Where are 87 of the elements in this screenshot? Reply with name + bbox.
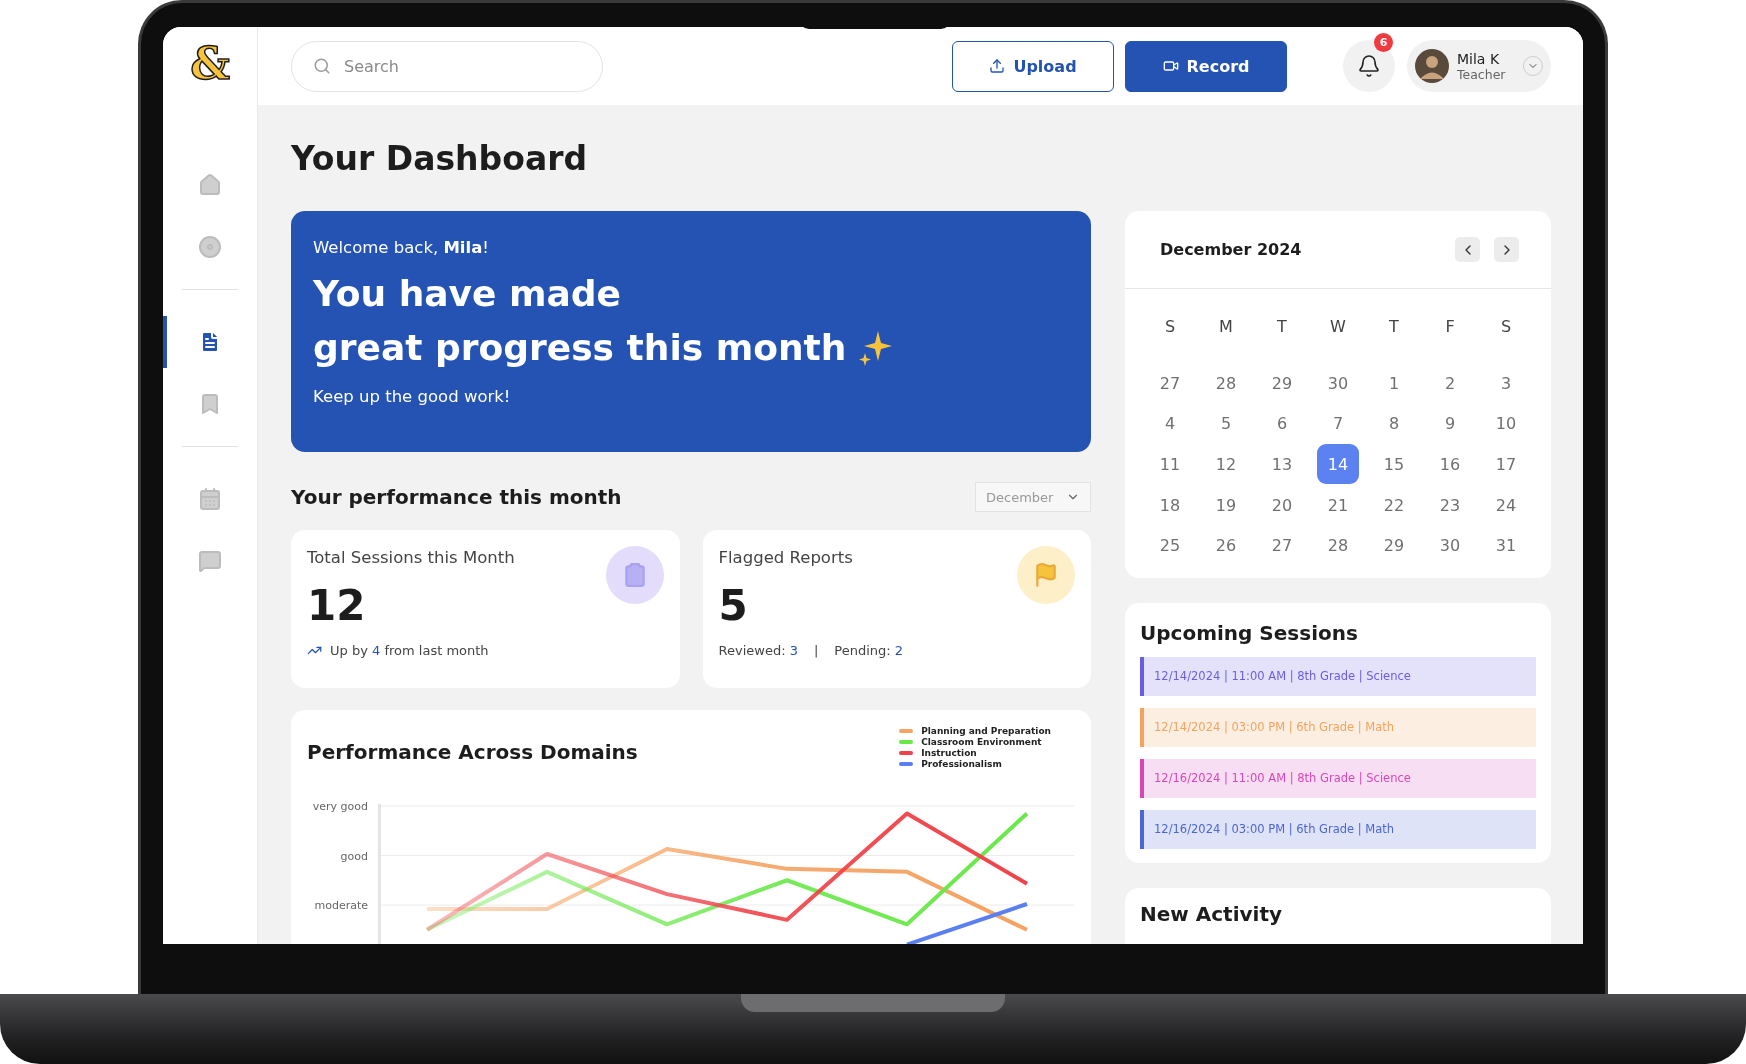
user-name: Mila K bbox=[1457, 50, 1501, 67]
calendar-day[interactable]: 11 bbox=[1149, 444, 1191, 485]
calendar-day[interactable]: 28 bbox=[1205, 363, 1247, 404]
session-item[interactable]: 12/14/2024 | 11:00 AM | 8th Grade | Science bbox=[1140, 656, 1536, 696]
stat-value: 5 bbox=[718, 581, 749, 631]
upload-icon bbox=[989, 58, 1006, 74]
calendar-day[interactable]: 2 bbox=[1429, 363, 1471, 404]
axis-label: good bbox=[340, 849, 368, 863]
greeting: Welcome back, Mila! bbox=[313, 237, 490, 259]
card-title: Upcoming Sessions bbox=[1140, 620, 1359, 645]
calendar-day[interactable]: 23 bbox=[1429, 485, 1471, 526]
calendar-day[interactable]: 27 bbox=[1149, 363, 1191, 404]
session-item[interactable]: 12/16/2024 | 11:00 AM | 8th Grade | Science bbox=[1140, 758, 1536, 798]
banner-headline: great progress this month bbox=[313, 326, 847, 370]
calendar-day[interactable]: 21 bbox=[1317, 485, 1359, 526]
calendar-day[interactable]: 20 bbox=[1261, 485, 1303, 526]
ampersand-logo: & bbox=[187, 41, 233, 85]
calendar-day[interactable]: 18 bbox=[1149, 485, 1191, 526]
calendar-day[interactable]: 26 bbox=[1205, 525, 1247, 566]
user-role: Teacher bbox=[1457, 66, 1507, 82]
search-field[interactable]: Search bbox=[291, 40, 603, 92]
calendar-day[interactable]: 22 bbox=[1373, 485, 1415, 526]
calendar-day[interactable]: 25 bbox=[1149, 525, 1191, 566]
upload-button[interactable]: Upload bbox=[952, 40, 1114, 92]
weekday-label: W bbox=[1329, 316, 1347, 338]
banner-subtext: Keep up the good work! bbox=[313, 387, 512, 406]
banner-headline: You have made bbox=[313, 272, 621, 316]
stat-value: 12 bbox=[307, 581, 367, 631]
weekday-label: T bbox=[1276, 316, 1288, 338]
separator: | bbox=[813, 643, 819, 658]
next-button[interactable] bbox=[1494, 237, 1519, 262]
session-item[interactable]: 12/16/2024 | 03:00 PM | 6th Grade | Math bbox=[1140, 809, 1536, 849]
calendar-day[interactable]: 29 bbox=[1261, 363, 1303, 404]
calendar-day[interactable]: 14 bbox=[1317, 444, 1359, 485]
legend-label: Planning and Preparation bbox=[921, 726, 1051, 736]
page-title: Your Dashboard bbox=[291, 138, 589, 180]
stat-title: Flagged Reports bbox=[718, 548, 854, 567]
card-title: New Activity bbox=[1140, 901, 1283, 926]
previous-button[interactable] bbox=[1455, 237, 1480, 262]
notification-badge: 6 bbox=[1374, 33, 1393, 52]
calendar-day[interactable]: 30 bbox=[1429, 525, 1471, 566]
calendar-day[interactable]: 17 bbox=[1485, 444, 1527, 485]
calendar-day[interactable]: 7 bbox=[1317, 403, 1359, 444]
calendar-day[interactable]: 9 bbox=[1429, 403, 1471, 444]
axis-label: moderate bbox=[314, 899, 368, 912]
calendar-day[interactable]: 13 bbox=[1261, 444, 1303, 485]
stat-title: Total Sessions this Month bbox=[307, 548, 516, 567]
calendar-day[interactable]: 12 bbox=[1205, 444, 1247, 485]
search-icon bbox=[313, 56, 331, 75]
legend-label: Instruction bbox=[921, 748, 977, 758]
calendar-day[interactable]: 19 bbox=[1205, 485, 1247, 526]
calendar-day[interactable]: 16 bbox=[1429, 444, 1471, 485]
weekday-label: F bbox=[1444, 316, 1456, 338]
calendar-day[interactable]: 31 bbox=[1485, 525, 1527, 566]
calendar-day[interactable]: 8 bbox=[1373, 403, 1415, 444]
section-title: Your performance this month bbox=[291, 485, 622, 509]
calendar-day[interactable]: 4 bbox=[1149, 403, 1191, 444]
weekday-label: M bbox=[1218, 316, 1234, 338]
profile-menu[interactable]: Mila K Teacher bbox=[1407, 40, 1551, 92]
trend-text: Up by 4 from last month bbox=[330, 643, 489, 658]
calendar-day[interactable]: 28 bbox=[1317, 525, 1359, 566]
axis-label: very good bbox=[312, 800, 368, 813]
calendar-day[interactable]: 24 bbox=[1485, 485, 1527, 526]
calendar-day[interactable]: 10 bbox=[1485, 403, 1527, 444]
calendar-day[interactable]: 30 bbox=[1317, 363, 1359, 404]
calendar-day[interactable]: 29 bbox=[1373, 525, 1415, 566]
calendar-day[interactable]: 1 bbox=[1373, 363, 1415, 404]
weekday-label: S bbox=[1499, 316, 1513, 338]
bell-icon bbox=[1357, 54, 1381, 78]
calendar-day[interactable]: 6 bbox=[1261, 403, 1303, 444]
calendar-day[interactable]: 27 bbox=[1261, 525, 1303, 566]
avatar bbox=[1415, 49, 1449, 83]
legend-label: Classroom Environment bbox=[921, 737, 1042, 747]
count-text: Reviewed: 3 bbox=[718, 643, 798, 658]
weekday-label: T bbox=[1388, 316, 1400, 338]
notification-button[interactable] bbox=[1343, 40, 1395, 92]
record-button[interactable]: Record bbox=[1125, 40, 1287, 92]
calendar-title: December 2024 bbox=[1160, 240, 1302, 259]
video-camera-icon bbox=[1162, 58, 1179, 74]
weekday-label: S bbox=[1163, 316, 1177, 338]
count-text: Pending: 2 bbox=[834, 643, 904, 658]
chart-title: Performance Across Domains bbox=[307, 740, 638, 764]
calendar-day[interactable]: 15 bbox=[1373, 444, 1415, 485]
legend-label: Professionalism bbox=[921, 759, 1002, 769]
month-select[interactable]: December bbox=[975, 482, 1091, 512]
calendar-day[interactable]: 3 bbox=[1485, 363, 1527, 404]
calendar-day[interactable]: 5 bbox=[1205, 403, 1247, 444]
